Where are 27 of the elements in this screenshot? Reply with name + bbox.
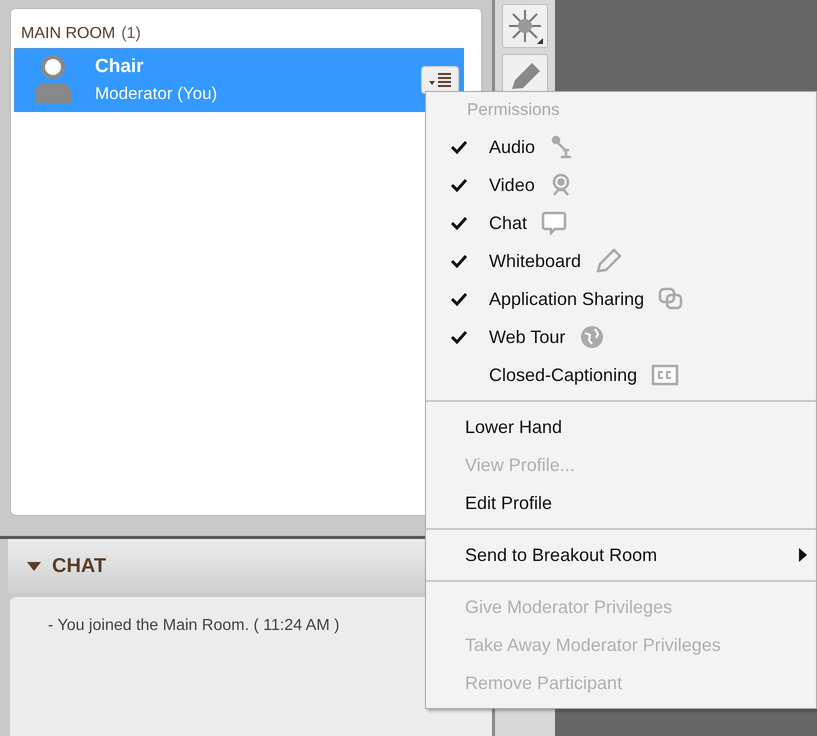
tool-button[interactable] [502, 4, 548, 48]
closed-caption-icon [651, 363, 680, 387]
permission-item[interactable]: Video [426, 166, 816, 204]
permission-item[interactable]: Chat [426, 204, 816, 242]
chat-message: - You joined the Main Room. ( 11:24 AM ) [48, 617, 340, 635]
pencil-icon [595, 248, 624, 274]
room-title: MAIN ROOM [21, 25, 116, 43]
permission-item[interactable]: Whiteboard [426, 242, 816, 280]
participant-role: Moderator (You) [95, 84, 218, 104]
permission-item[interactable]: Application Sharing [426, 280, 816, 318]
globe-icon [579, 324, 606, 350]
microphone-icon [549, 135, 574, 159]
participant-count: (1) [121, 25, 141, 43]
menu-item[interactable]: Lower Hand [426, 408, 816, 446]
participant-name: Chair [95, 56, 145, 78]
options-menu-button[interactable] [421, 66, 459, 94]
overlapping-squares-icon [658, 287, 684, 311]
sun-icon [507, 8, 543, 44]
permission-item[interactable]: Audio [426, 128, 816, 166]
menu-item[interactable]: Edit Profile [426, 484, 816, 522]
permission-item[interactable]: Web Tour [426, 318, 816, 356]
permission-item[interactable]: Closed-Captioning [426, 356, 816, 394]
menu-header: Permissions [467, 100, 560, 120]
speech-bubble-icon [541, 211, 568, 235]
chat-title: CHAT [52, 554, 106, 578]
person-silhouette-icon [33, 55, 73, 105]
menu-icon [427, 72, 453, 88]
